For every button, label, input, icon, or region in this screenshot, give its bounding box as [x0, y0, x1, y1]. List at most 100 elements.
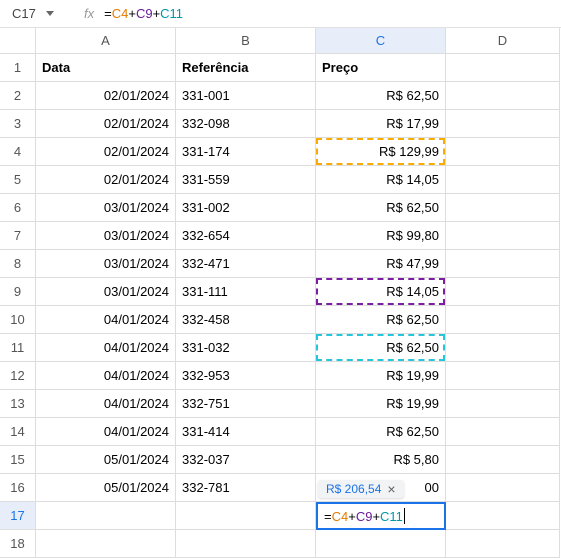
cell[interactable]: R$ 19,99 [316, 362, 446, 390]
row-header[interactable]: 1 [0, 54, 36, 82]
row-header[interactable]: 10 [0, 306, 36, 334]
row-header[interactable]: 13 [0, 390, 36, 418]
cell[interactable] [446, 418, 560, 446]
row-header[interactable]: 16 [0, 474, 36, 502]
row-header[interactable]: 7 [0, 222, 36, 250]
row-header[interactable]: 15 [0, 446, 36, 474]
tooltip-close-icon[interactable]: × [387, 482, 395, 496]
cell[interactable]: R$ 62,50 [316, 82, 446, 110]
cell[interactable]: 332-458 [176, 306, 316, 334]
cell[interactable]: 03/01/2024 [36, 250, 176, 278]
header-cell-data[interactable]: Data [36, 54, 176, 82]
cell[interactable] [446, 334, 560, 362]
cell[interactable]: 331-111 [176, 278, 316, 306]
cell[interactable] [446, 138, 560, 166]
cell[interactable]: R$ 5,80 [316, 446, 446, 474]
cell[interactable]: 02/01/2024 [36, 166, 176, 194]
col-header-C[interactable]: C [316, 28, 446, 54]
col-header-B[interactable]: B [176, 28, 316, 54]
cell[interactable] [316, 530, 446, 558]
row-header[interactable]: 2 [0, 82, 36, 110]
cell[interactable]: 332-471 [176, 250, 316, 278]
cell[interactable] [176, 530, 316, 558]
cell[interactable]: 332-037 [176, 446, 316, 474]
col-header-D[interactable]: D [446, 28, 560, 54]
cell[interactable]: 332-781 [176, 474, 316, 502]
row-header[interactable]: 11 [0, 334, 36, 362]
cell[interactable] [446, 54, 560, 82]
cell[interactable]: 05/01/2024 [36, 474, 176, 502]
cell[interactable]: 331-174 [176, 138, 316, 166]
cell-ref-c4[interactable]: R$ 129,99 [316, 138, 446, 166]
cell[interactable]: 331-002 [176, 194, 316, 222]
cell[interactable]: 03/01/2024 [36, 222, 176, 250]
cell[interactable] [446, 474, 560, 502]
cell[interactable] [446, 306, 560, 334]
cell[interactable]: R$ 62,50 [316, 306, 446, 334]
cell[interactable]: 04/01/2024 [36, 362, 176, 390]
row-header[interactable]: 5 [0, 166, 36, 194]
cell[interactable] [446, 250, 560, 278]
row-header[interactable]: 14 [0, 418, 36, 446]
cell[interactable]: R$ 14,05 [316, 166, 446, 194]
cell[interactable]: 332-953 [176, 362, 316, 390]
row-header[interactable]: 8 [0, 250, 36, 278]
cell[interactable] [446, 166, 560, 194]
cell[interactable] [36, 502, 176, 530]
cell[interactable] [446, 530, 560, 558]
name-box[interactable]: C17 [6, 6, 64, 21]
cell[interactable]: 03/01/2024 [36, 278, 176, 306]
formula-bar[interactable]: = C4 + C9 + C11 [104, 6, 555, 21]
cell[interactable]: R$ 99,80 [316, 222, 446, 250]
cell[interactable] [446, 502, 560, 530]
cell[interactable] [446, 110, 560, 138]
cell-ref-c11[interactable]: R$ 62,50 [316, 334, 446, 362]
cell-ref-c9[interactable]: R$ 14,05 [316, 278, 446, 306]
cell[interactable]: 03/01/2024 [36, 194, 176, 222]
cell[interactable] [36, 530, 176, 558]
formula-plus1: + [128, 6, 136, 21]
cell[interactable]: R$ 19,99 [316, 390, 446, 418]
cell[interactable]: 02/01/2024 [36, 110, 176, 138]
cell[interactable]: 04/01/2024 [36, 418, 176, 446]
row-header[interactable]: 6 [0, 194, 36, 222]
cell[interactable]: 331-559 [176, 166, 316, 194]
cell[interactable]: 331-414 [176, 418, 316, 446]
cell[interactable] [176, 502, 316, 530]
cell[interactable]: 04/01/2024 [36, 334, 176, 362]
row-header[interactable]: 12 [0, 362, 36, 390]
cell[interactable]: 332-751 [176, 390, 316, 418]
col-header-A[interactable]: A [36, 28, 176, 54]
cell[interactable]: 332-098 [176, 110, 316, 138]
cell[interactable] [446, 194, 560, 222]
cell[interactable]: 332-654 [176, 222, 316, 250]
cell[interactable]: R$ 62,50 [316, 418, 446, 446]
cell[interactable] [446, 278, 560, 306]
select-all-corner[interactable] [0, 28, 36, 54]
row-header[interactable]: 9 [0, 278, 36, 306]
cell[interactable] [446, 390, 560, 418]
row-header[interactable]: 17 [0, 502, 36, 530]
cell[interactable]: R$ 47,99 [316, 250, 446, 278]
cell[interactable]: 02/01/2024 [36, 82, 176, 110]
cell[interactable] [446, 446, 560, 474]
row-header[interactable]: 3 [0, 110, 36, 138]
cell[interactable]: 331-001 [176, 82, 316, 110]
cell[interactable] [446, 362, 560, 390]
cell[interactable]: 05/01/2024 [36, 446, 176, 474]
editing-cell-c17[interactable]: R$ 206,54 × = C4 + C9 + C11 [316, 502, 446, 530]
cell[interactable]: 04/01/2024 [36, 306, 176, 334]
cell[interactable]: R$ 62,50 [316, 194, 446, 222]
row-header[interactable]: 4 [0, 138, 36, 166]
cell[interactable] [446, 222, 560, 250]
header-cell-preco[interactable]: Preço [316, 54, 446, 82]
cell[interactable] [446, 82, 560, 110]
cell[interactable]: 331-032 [176, 334, 316, 362]
cell[interactable]: 04/01/2024 [36, 390, 176, 418]
row-header[interactable]: 18 [0, 530, 36, 558]
header-cell-referencia[interactable]: Referência [176, 54, 316, 82]
cell[interactable]: 02/01/2024 [36, 138, 176, 166]
name-box-dropdown-icon[interactable] [46, 11, 54, 16]
cell[interactable]: R$ 17,99 [316, 110, 446, 138]
table-row: 6 03/01/2024 331-002 R$ 62,50 [0, 194, 561, 222]
